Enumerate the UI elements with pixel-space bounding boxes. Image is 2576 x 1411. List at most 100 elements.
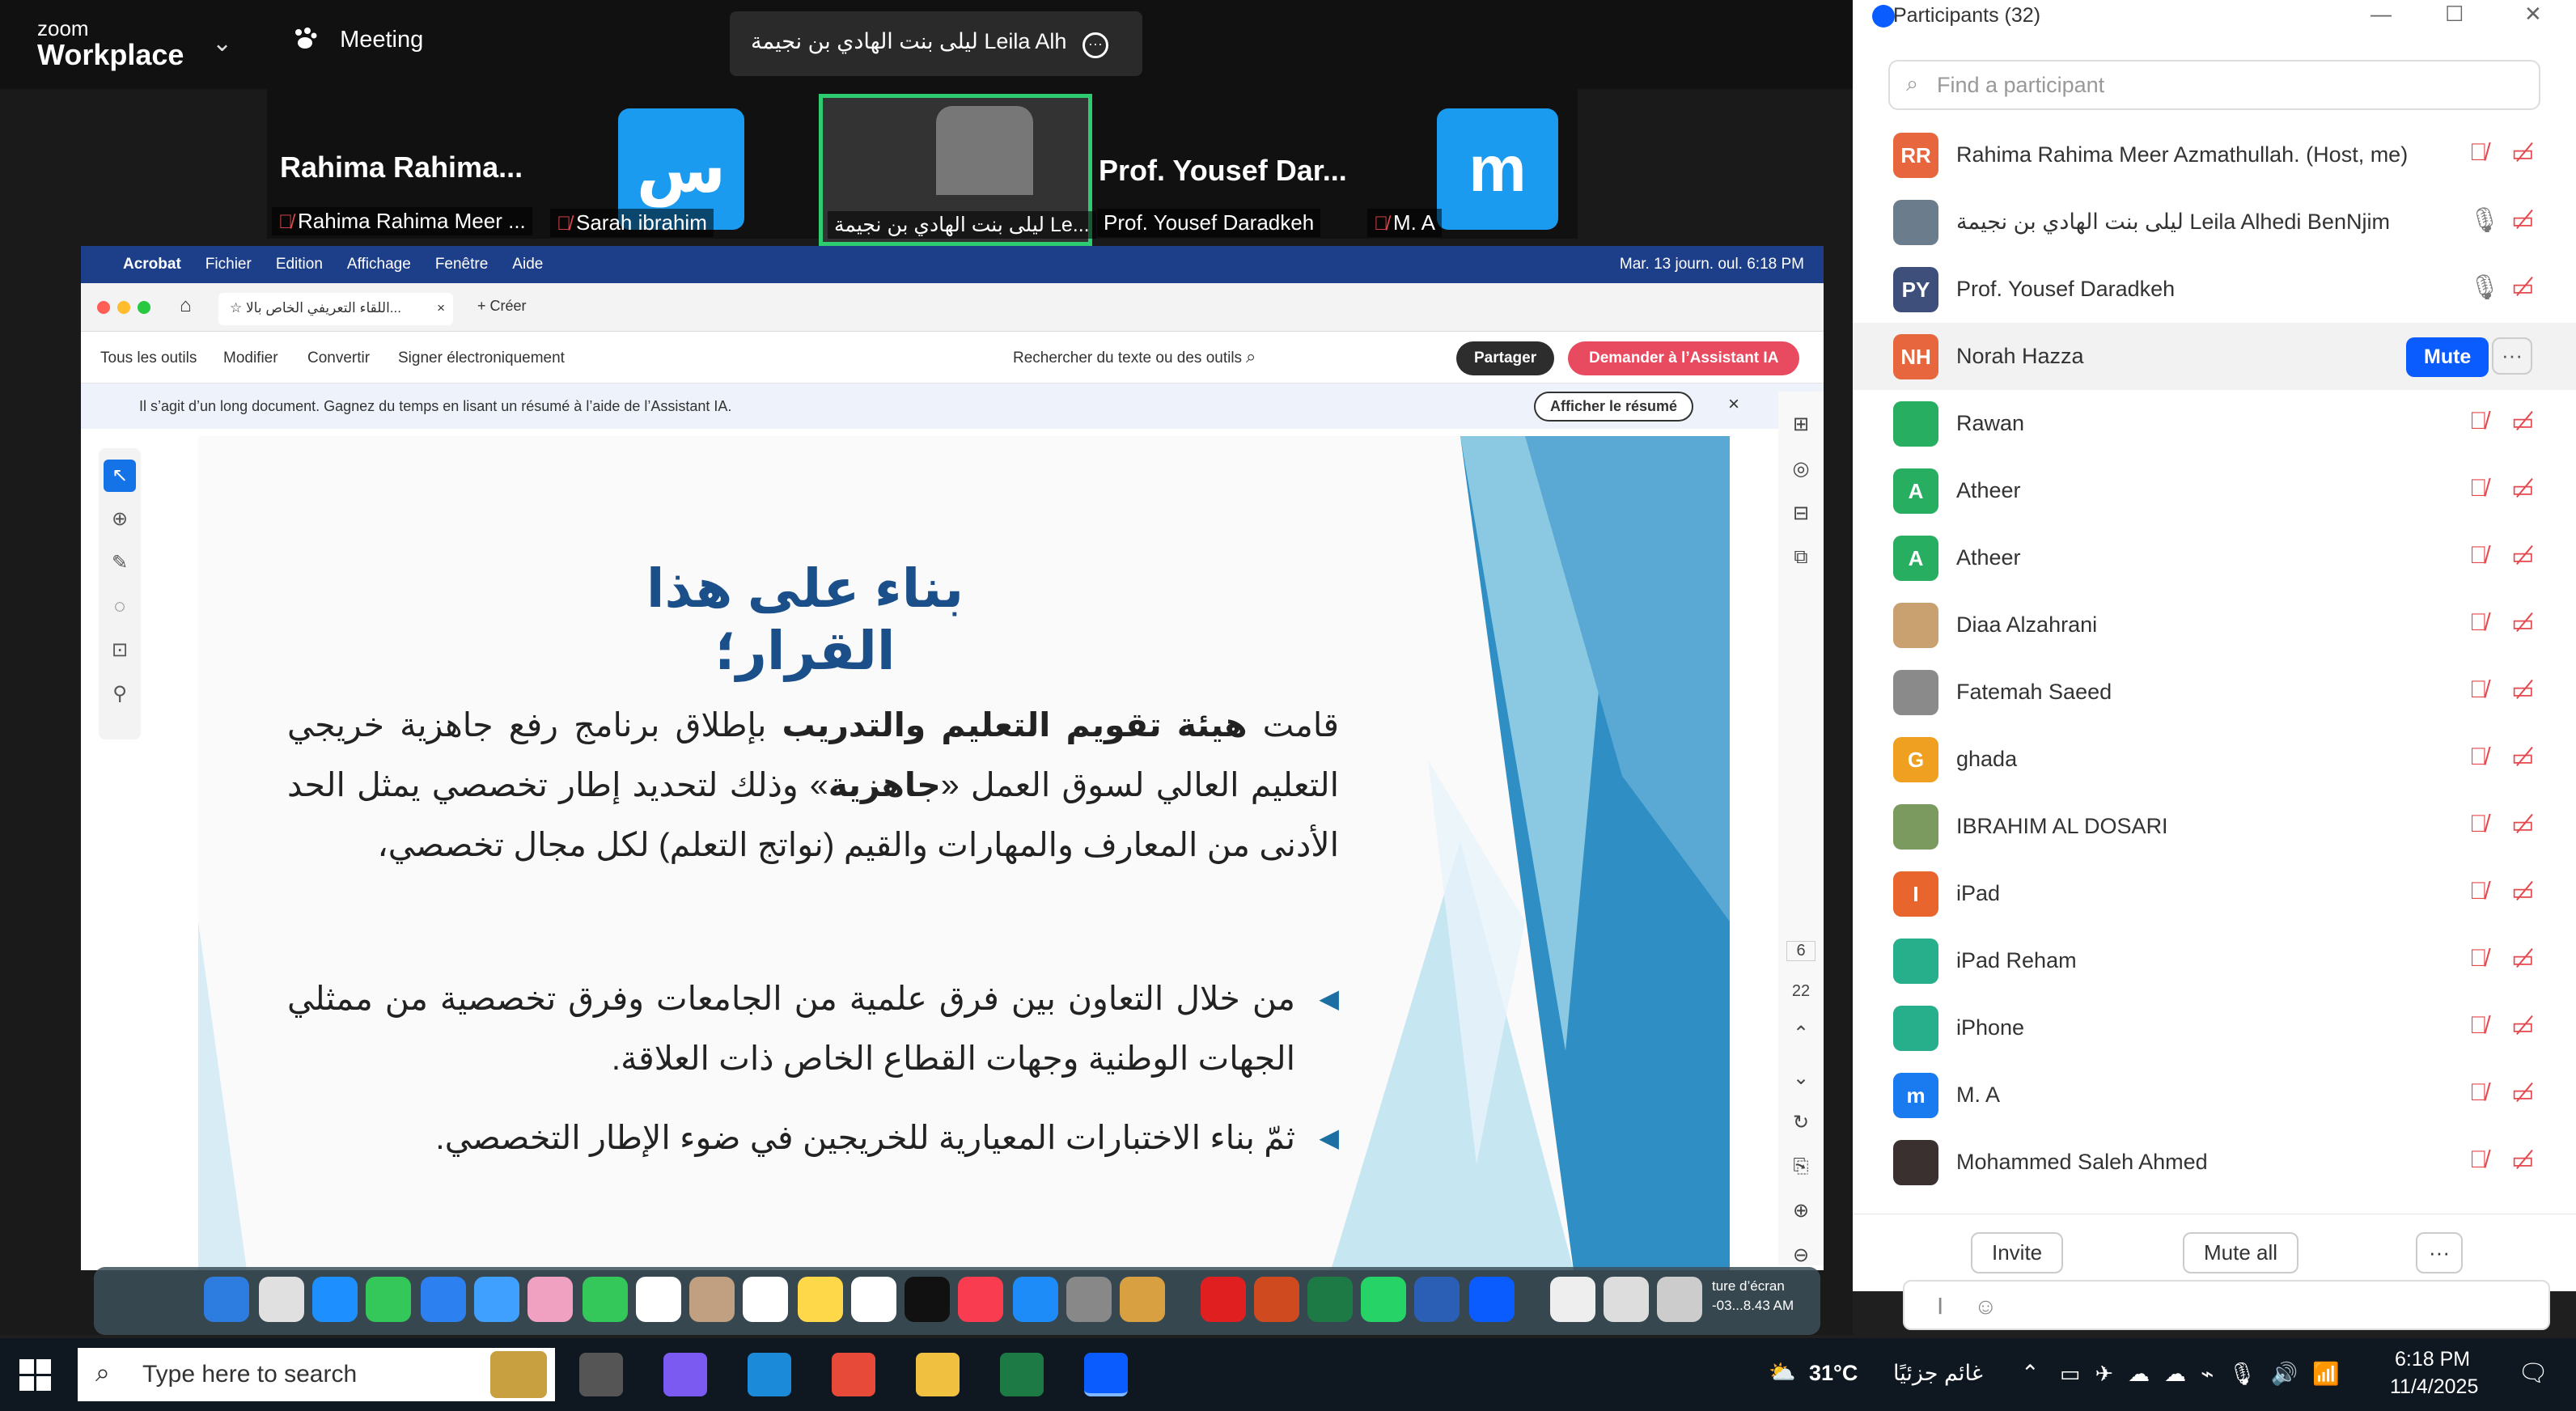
copilot-icon[interactable]	[663, 1353, 707, 1396]
task-view-icon[interactable]	[579, 1353, 623, 1396]
zoom-in-icon[interactable]: ⊕	[1778, 1199, 1824, 1222]
cursor-icon[interactable]: ↖	[104, 460, 136, 492]
taskbar-search-input[interactable]: ⌕ Type here to search	[78, 1348, 555, 1401]
powerpoint-icon[interactable]	[1254, 1277, 1299, 1322]
share-button[interactable]: Partager	[1456, 341, 1555, 375]
participant-row[interactable]: iPhone 🎙̸ ▭̸	[1853, 994, 2576, 1061]
stamp-icon[interactable]: ⚲	[104, 678, 136, 710]
safari-icon[interactable]	[312, 1277, 358, 1322]
participant-row[interactable]: PY Prof. Yousef Daradkeh 🎙 ▭̸	[1853, 256, 2576, 323]
text-select-icon[interactable]: ⊡	[104, 634, 136, 667]
notes-icon[interactable]	[798, 1277, 843, 1322]
participant-row[interactable]: RR Rahima Rahima Meer Azmathullah. (Host,…	[1853, 121, 2576, 189]
excel-icon[interactable]	[1000, 1353, 1044, 1396]
participant-row[interactable]: Rawan 🎙̸ ▭̸	[1853, 390, 2576, 457]
contacts-icon[interactable]	[689, 1277, 735, 1322]
tool-all[interactable]: Tous les outils	[100, 350, 197, 367]
participant-search-input[interactable]: ⌕ Find a participant	[1888, 60, 2540, 110]
participant-row[interactable]: Mohammed Saleh Ahmed 🎙̸ ▭̸	[1853, 1129, 2576, 1196]
ai-assistant-button[interactable]: Demander à l’Assistant IA	[1568, 341, 1800, 375]
chevron-down-icon[interactable]: ⌄	[212, 29, 232, 57]
zoom-icon[interactable]: ⊕	[104, 503, 136, 536]
clock-time[interactable]: 6:18 PM	[2395, 1348, 2470, 1371]
menu-item[interactable]: Fichier	[205, 256, 252, 273]
minimize-dot[interactable]	[117, 301, 130, 314]
minimize-icon[interactable]: —	[2371, 2, 2392, 27]
chrome-icon[interactable]	[832, 1353, 875, 1396]
meeting-menu[interactable]: Meeting	[291, 26, 423, 53]
bookmark-icon[interactable]: ⊟	[1778, 502, 1824, 525]
chevron-up-icon[interactable]: ⌃	[2021, 1361, 2040, 1386]
export-icon[interactable]: ⎘	[1778, 1155, 1824, 1178]
freeform-icon[interactable]	[851, 1277, 896, 1322]
whatsapp-icon[interactable]	[1361, 1277, 1406, 1322]
participant-row[interactable]: iPad Reham 🎙̸ ▭̸	[1853, 927, 2576, 994]
clock-date[interactable]: 11/4/2025	[2390, 1375, 2478, 1399]
comment-icon[interactable]: ◎	[1778, 457, 1824, 481]
show-summary-button[interactable]: Afficher le résumé	[1534, 392, 1694, 422]
participant-row[interactable]: A Atheer 🎙̸ ▭̸	[1853, 524, 2576, 591]
excel-icon[interactable]	[1307, 1277, 1353, 1322]
star-icon[interactable]: ☆	[230, 300, 242, 316]
invite-button[interactable]: Invite	[1971, 1232, 2064, 1273]
home-icon[interactable]: ⌂	[180, 294, 192, 317]
participant-row[interactable]: Gghada 🎙̸ ▭̸	[1853, 726, 2576, 793]
participant-row[interactable]: IiPad 🎙̸ ▭̸	[1853, 860, 2576, 927]
video-tile[interactable]: Rahima Rahima... 🎙̸ Rahima Rahima Meer ..…	[267, 89, 534, 239]
zoom-logo[interactable]: zoom Workplace	[37, 18, 184, 71]
rotate-icon[interactable]: ↻	[1778, 1111, 1824, 1134]
maps-icon[interactable]	[474, 1277, 519, 1322]
edge-icon[interactable]	[748, 1353, 791, 1396]
finder-icon[interactable]	[204, 1277, 249, 1322]
page-current[interactable]: 6	[1786, 941, 1815, 961]
facetime-icon[interactable]	[583, 1277, 628, 1322]
pen-icon[interactable]: ✎	[104, 547, 136, 579]
zoom-icon[interactable]	[1469, 1277, 1515, 1322]
zoom-dot[interactable]	[138, 301, 150, 314]
qr-icon[interactable]	[1550, 1277, 1595, 1322]
emoji-icon[interactable]: ☺	[1974, 1294, 1998, 1319]
create-tab[interactable]: + Créer	[477, 298, 527, 315]
format-icon[interactable]: Ⅰ	[1937, 1294, 1943, 1319]
tool-sign[interactable]: Signer électroniquement	[398, 350, 565, 367]
more-options-button[interactable]: ···	[2416, 1232, 2463, 1273]
chevron-down-icon[interactable]: ⌄	[1778, 1066, 1824, 1090]
menu-item[interactable]: Fenêtre	[435, 256, 488, 273]
music-icon[interactable]	[958, 1277, 1003, 1322]
explorer-icon[interactable]	[916, 1353, 960, 1396]
settings-icon[interactable]	[1066, 1277, 1112, 1322]
menu-item[interactable]: Affichage	[347, 256, 411, 273]
appstore-icon[interactable]	[1013, 1277, 1058, 1322]
tool-convert[interactable]: Convertir	[307, 350, 370, 367]
pages-icon[interactable]: ⧉	[1778, 546, 1824, 569]
document-tab[interactable]: ☆ اللقاء التعريفي الخاص بالا... ×	[218, 293, 453, 325]
participant-row[interactable]: Diaa Alzahrani 🎙̸ ▭̸	[1853, 591, 2576, 659]
mail-icon[interactable]	[421, 1277, 466, 1322]
mute-all-button[interactable]: Mute all	[2183, 1232, 2299, 1273]
tool-search[interactable]: Rechercher du texte ou des outils	[1013, 350, 1242, 367]
system-tray-icons[interactable]: ▭✈☁☁⌁🎙🔊📶	[2060, 1361, 2354, 1387]
participant-row[interactable]: ليلى بنت الهادي بن نجيمة Leila Alhedi Be…	[1853, 189, 2576, 256]
panel-icon[interactable]: ⊞	[1778, 413, 1824, 436]
weather-temp[interactable]: 31°C	[1809, 1361, 1858, 1386]
photos-icon[interactable]	[527, 1277, 573, 1322]
preview-icon[interactable]	[1120, 1277, 1165, 1322]
launchpad-icon[interactable]	[259, 1277, 304, 1322]
maximize-icon[interactable]: ☐	[2445, 2, 2464, 27]
windows-start-icon[interactable]	[19, 1359, 52, 1392]
zoom-out-icon[interactable]: ⊖	[1778, 1244, 1824, 1267]
active-speaker-pill[interactable]: ليلى بنت الهادي بن نجيمة Leila Alh ···	[730, 11, 1142, 76]
participant-row[interactable]: Fatemah Saeed 🎙̸ ▭̸	[1853, 659, 2576, 726]
participant-row[interactable]: A Atheer 🎙̸ ▭̸	[1853, 457, 2576, 524]
search-icon[interactable]: ⌕	[1246, 346, 1256, 367]
zoom-taskbar-icon[interactable]	[1084, 1353, 1128, 1396]
acrobat-icon[interactable]	[1201, 1277, 1246, 1322]
more-button[interactable]: ···	[2492, 337, 2532, 375]
participant-row[interactable]: m M. A 🎙̸ ▭̸	[1853, 1061, 2576, 1129]
close-icon[interactable]: ×	[437, 300, 445, 316]
video-tile-leila[interactable]: ليلى بنت الهادي بن نجيمة Le...	[819, 94, 1096, 246]
tv-icon[interactable]	[905, 1277, 950, 1322]
menu-item[interactable]: Edition	[276, 256, 323, 273]
document-icon[interactable]	[1604, 1277, 1649, 1322]
chevron-up-icon[interactable]: ⌃	[1778, 1022, 1824, 1045]
